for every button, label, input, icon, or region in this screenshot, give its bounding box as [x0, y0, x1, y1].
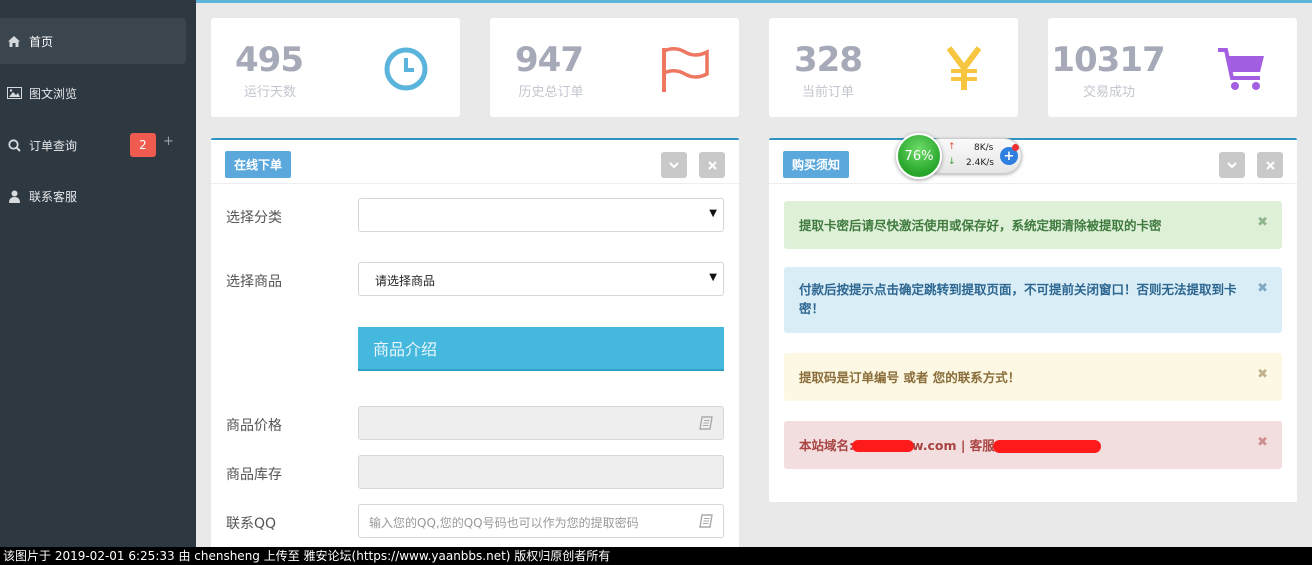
stock-label: 商品库存 [226, 467, 282, 483]
product-select[interactable]: 请选择商品 ▼ [358, 262, 724, 296]
category-select[interactable]: ▼ [358, 198, 724, 232]
domain-prefix: 本站域名: [799, 437, 854, 453]
stat-value: 328 [794, 40, 863, 80]
home-icon [6, 33, 22, 49]
alert-text: 提取卡密后请尽快激活使用或保存好，系统定期清除被提取的卡密 [799, 217, 1162, 233]
alert-close-icon[interactable]: ✖ [1257, 213, 1268, 232]
close-button[interactable] [1257, 152, 1283, 178]
order-panel: 在线下单 选择分类 ▼ 选择商品 请选择商品 ▼ 商品介绍 商品价格 商品库存 … [211, 138, 739, 558]
close-icon [707, 160, 717, 170]
collapse-button[interactable] [1219, 152, 1245, 178]
alert-text: 本站域名: w.com | 客服 [799, 436, 1101, 455]
price-label: 商品价格 [226, 418, 282, 434]
notification-dot [1012, 144, 1019, 151]
stat-card-success: 10317 交易成功 [1048, 18, 1297, 117]
qq-input[interactable]: 输入您的QQ,您的QQ号码也可以作为您的提取密码 [358, 504, 724, 538]
qq-label: 联系QQ [226, 516, 277, 532]
notice-panel-title: 购买须知 [783, 151, 850, 178]
stat-label: 历史总订单 [518, 85, 584, 100]
network-speed-widget[interactable]: 76% ↑ 8K/s ↓ 2.4K/s + [896, 133, 1026, 179]
image-icon [6, 85, 22, 101]
expand-plus-icon[interactable]: + [163, 134, 174, 149]
qq-placeholder: 输入您的QQ,您的QQ号码也可以作为您的提取密码 [369, 516, 639, 530]
upload-arrow-icon: ↑ [948, 142, 956, 152]
sidebar-item-support[interactable]: 联系客服 [0, 173, 186, 219]
yen-icon [939, 44, 989, 94]
notice-panel-header: 购买须知 [769, 140, 1297, 184]
alert-text: 付款后按提示点击确定跳转到提取页面，不可提前关闭窗口！否则无法提取到卡密！ [799, 282, 1237, 316]
redaction-mark [992, 439, 1101, 453]
notice-panel: 购买须知 提取卡密后请尽快激活使用或保存好，系统定期清除被提取的卡密 ✖ 付款后… [769, 138, 1297, 502]
download-arrow-icon: ↓ [948, 157, 956, 167]
book-icon [699, 416, 713, 430]
stat-value: 495 [235, 40, 304, 80]
book-icon [699, 514, 713, 528]
sidebar-item-label: 图文浏览 [29, 86, 78, 101]
close-button[interactable] [699, 152, 725, 178]
chevron-down-icon [1227, 161, 1237, 168]
alert-text: 提取码是订单编号 或者 您的联系方式！ [799, 369, 1021, 385]
order-panel-header: 在线下单 [211, 140, 739, 184]
category-label: 选择分类 [226, 210, 282, 226]
sidebar-item-gallery[interactable]: 图文浏览 [0, 70, 186, 116]
close-icon [1265, 160, 1275, 170]
flag-icon [659, 44, 709, 94]
redaction-mark [852, 440, 914, 452]
dropdown-caret-icon: ▼ [709, 208, 717, 219]
stat-card-current-orders: 328 当前订单 [769, 18, 1018, 117]
top-accent-line [0, 0, 1312, 3]
sidebar-item-label: 首页 [29, 34, 54, 49]
sidebar-item-order-query[interactable]: 订单查询 2 + [0, 122, 186, 168]
alert-close-icon[interactable]: ✖ [1257, 433, 1268, 452]
clock-icon [381, 44, 431, 94]
domain-suffix: w.com | 客服 [912, 437, 995, 453]
collapse-button[interactable] [661, 152, 687, 178]
upload-speed: 8K/s [974, 143, 994, 153]
stock-field [358, 455, 724, 489]
alert-warning: 提取码是订单编号 或者 您的联系方式！ ✖ [784, 353, 1282, 401]
stat-label: 运行天数 [243, 85, 296, 100]
upload-watermark: 该图片于 2019-02-01 6:25:33 由 chensheng 上传至 … [0, 547, 1312, 565]
sidebar-item-label: 订单查询 [29, 138, 78, 153]
search-icon [6, 137, 22, 153]
product-value: 请选择商品 [375, 274, 436, 288]
product-intro: 商品介绍 [358, 327, 724, 371]
stat-value: 947 [515, 40, 584, 80]
alert-success: 提取卡密后请尽快激活使用或保存好，系统定期清除被提取的卡密 ✖ [784, 201, 1282, 249]
stat-card-days: 495 运行天数 [211, 18, 460, 117]
cart-icon [1216, 44, 1266, 94]
alert-close-icon[interactable]: ✖ [1257, 279, 1268, 298]
alert-danger: 本站域名: w.com | 客服 ✖ [784, 421, 1282, 469]
chevron-down-icon [669, 161, 679, 168]
order-count-badge: 2 [130, 133, 156, 157]
alert-info: 付款后按提示点击确定跳转到提取页面，不可提前关闭窗口！否则无法提取到卡密！ ✖ [784, 267, 1282, 333]
sidebar-item-label: 联系客服 [29, 189, 78, 204]
alert-close-icon[interactable]: ✖ [1257, 365, 1268, 384]
user-icon [6, 188, 22, 204]
stat-label: 当前订单 [801, 85, 854, 100]
stat-label: 交易成功 [1082, 85, 1135, 100]
stat-value: 10317 [1051, 40, 1165, 80]
product-label: 选择商品 [226, 274, 282, 290]
usage-percent-circle: 76% [896, 133, 942, 179]
order-panel-title: 在线下单 [225, 151, 292, 178]
price-field [358, 406, 724, 440]
download-speed: 2.4K/s [966, 158, 994, 168]
sidebar-item-home[interactable]: 首页 [0, 18, 186, 64]
dropdown-caret-icon: ▼ [709, 272, 717, 283]
sidebar: 首页 图文浏览 订单查询 2 + 联系客服 [0, 0, 196, 565]
stat-card-total-orders: 947 历史总订单 [490, 18, 739, 117]
